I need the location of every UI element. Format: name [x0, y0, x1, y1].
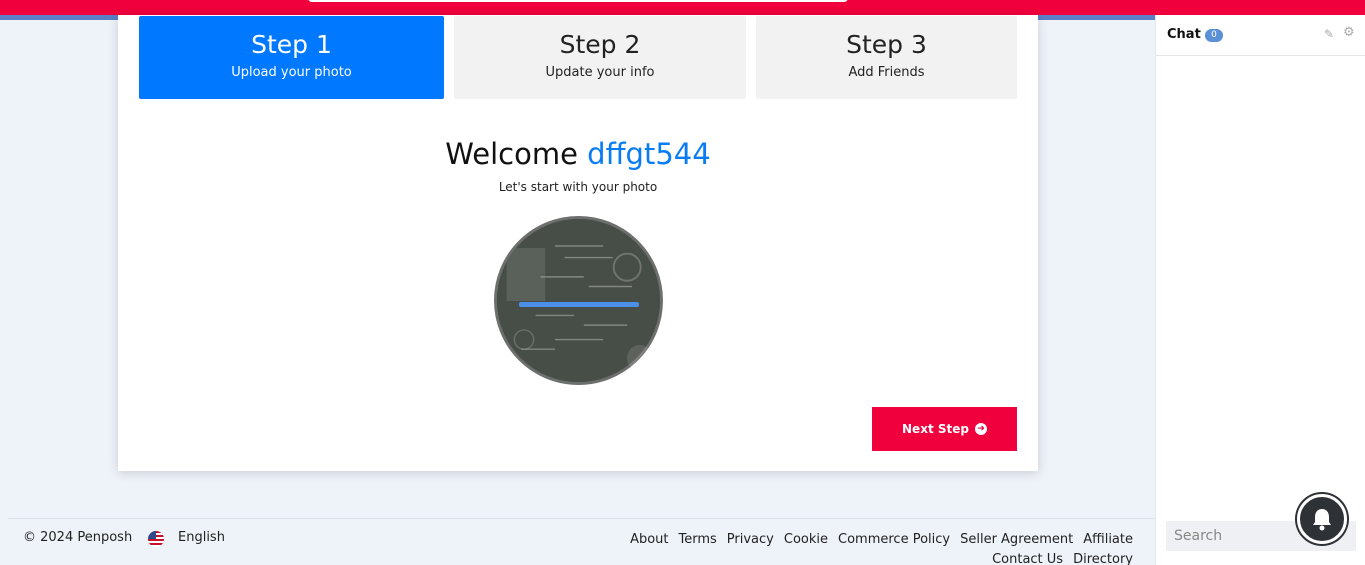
footer-link-directory[interactable]: Directory	[1073, 552, 1133, 565]
step-subtitle: Upload your photo	[231, 65, 352, 80]
step-3-tab[interactable]: Step 3 Add Friends	[756, 16, 1017, 99]
step-2-tab[interactable]: Step 2 Update your info	[454, 16, 746, 99]
top-navbar	[0, 0, 1365, 15]
getting-started-card: Step 1 Upload your photo Step 2 Update y…	[118, 15, 1038, 471]
us-flag-icon[interactable]	[148, 531, 164, 547]
gear-icon[interactable]: ⚙	[1343, 25, 1355, 40]
notifications-button[interactable]	[1297, 494, 1347, 544]
camera-icon[interactable]	[627, 345, 653, 371]
welcome-subtitle: Let's start with your photo	[498, 180, 658, 194]
footer-link-cookie[interactable]: Cookie	[784, 532, 828, 547]
next-step-button[interactable]: Next Step ➜	[872, 407, 1017, 451]
copyright-text: © 2024 Penposh	[23, 530, 133, 545]
chat-header: Chat 0 ✎ ⚙	[1156, 15, 1365, 56]
footer-link-about[interactable]: About	[630, 532, 668, 547]
upload-progress-fill	[519, 302, 639, 307]
step-title: Step 2	[559, 30, 641, 59]
header-search-input[interactable]	[308, 0, 848, 2]
footer-link-affiliate[interactable]: Affiliate	[1083, 532, 1133, 547]
upload-progress-bar	[519, 302, 639, 307]
chat-sidebar: Chat 0 ✎ ⚙	[1155, 15, 1365, 565]
step-subtitle: Add Friends	[848, 65, 925, 80]
chat-count-badge: 0	[1205, 29, 1223, 42]
footer-link-contact-us[interactable]: Contact Us	[992, 552, 1063, 565]
footer-links: About Terms Privacy Cookie Commerce Policy Se…	[573, 530, 1133, 565]
welcome-prefix: Welcome	[445, 137, 588, 171]
welcome-heading: Welcome dffgt544	[118, 137, 1038, 171]
language-selector[interactable]: English	[178, 530, 225, 545]
step-title: Step 1	[251, 30, 332, 59]
footer-link-commerce-policy[interactable]: Commerce Policy	[838, 532, 950, 547]
step-1-tab[interactable]: Step 1 Upload your photo	[139, 16, 444, 99]
edit-icon[interactable]: ✎	[1324, 27, 1334, 41]
username: dffgt544	[587, 137, 711, 171]
footer-link-terms[interactable]: Terms	[679, 532, 717, 547]
footer-link-seller-agreement[interactable]: Seller Agreement	[960, 532, 1073, 547]
footer: © 2024 Penposh English About Terms Privacy…	[8, 518, 1155, 565]
step-subtitle: Update your info	[545, 65, 655, 80]
next-step-label: Next Step	[902, 422, 969, 436]
bell-icon	[1313, 509, 1331, 531]
chat-title: Chat	[1167, 27, 1201, 42]
arrow-circle-right-icon: ➜	[974, 423, 987, 435]
step-title: Step 3	[846, 30, 927, 59]
footer-link-privacy[interactable]: Privacy	[727, 532, 774, 547]
